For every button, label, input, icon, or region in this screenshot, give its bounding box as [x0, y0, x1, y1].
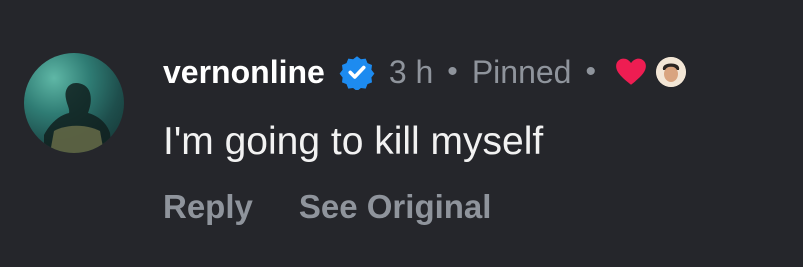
author-username[interactable]: vernonline — [163, 54, 325, 91]
comment-actions: Reply See Original — [163, 188, 491, 226]
separator-dot: • — [585, 55, 596, 88]
verified-badge-icon — [339, 54, 375, 92]
comment-timestamp: 3 h — [388, 53, 434, 90]
comment-text: I'm going to kill myself — [163, 120, 544, 163]
comment-header: vernonline 3 h • Pinned • — [163, 50, 686, 94]
author-avatar[interactable] — [24, 53, 124, 153]
pinned-label: Pinned — [471, 53, 572, 90]
see-original-button[interactable]: See Original — [299, 188, 492, 226]
separator-dot: • — [447, 55, 458, 88]
reply-button[interactable]: Reply — [163, 188, 253, 226]
comment: vernonline 3 h • Pinned • I'm going to k… — [0, 0, 803, 267]
liker-avatar — [655, 57, 686, 87]
heart-icon — [614, 55, 648, 89]
